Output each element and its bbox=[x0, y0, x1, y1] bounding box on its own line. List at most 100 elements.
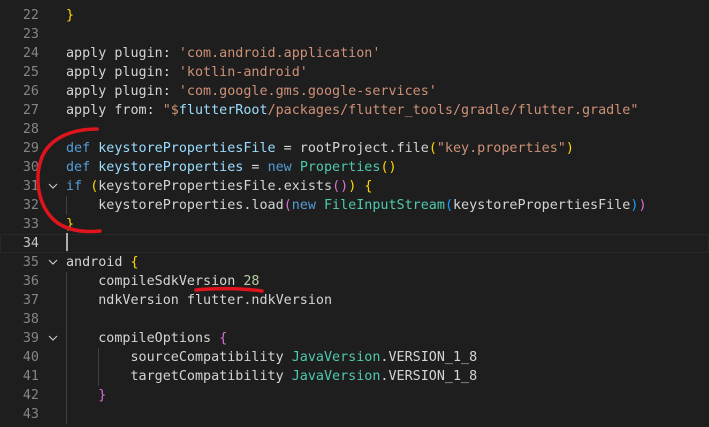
line-code: targetCompatibility JavaVersion.VERSION_… bbox=[66, 367, 477, 386]
code-line-38[interactable]: 38 bbox=[0, 310, 709, 329]
line-number: 22 bbox=[22, 8, 39, 23]
code-line-42[interactable]: 42 } bbox=[0, 386, 709, 405]
code-line-23[interactable]: 23 bbox=[0, 25, 709, 44]
code-token: flutterRoot bbox=[178, 103, 268, 118]
code-token: sourceCompatibility bbox=[66, 350, 292, 365]
code-token: apply plugin: bbox=[66, 46, 179, 61]
line-code: compileSdkVersion 28 bbox=[66, 272, 260, 291]
code-token: ) bbox=[565, 141, 574, 156]
code-token: FileInputStream bbox=[324, 198, 445, 213]
fold-chevron-down-icon[interactable] bbox=[47, 253, 59, 272]
line-number: 26 bbox=[22, 84, 39, 99]
line-code: keystoreProperties.load(new FileInputStr… bbox=[66, 196, 647, 215]
code-token: apply from: bbox=[66, 103, 163, 118]
code-line-33[interactable]: 33} bbox=[0, 215, 709, 234]
code-line-43[interactable]: 43 bbox=[0, 405, 709, 424]
code-token: { bbox=[219, 331, 228, 346]
line-number: 42 bbox=[22, 388, 39, 403]
line-code: } bbox=[66, 386, 106, 405]
line-number: 32 bbox=[22, 198, 39, 213]
code-token: 28 bbox=[243, 274, 260, 289]
code-token: exists bbox=[283, 179, 333, 194]
code-token: ) bbox=[638, 198, 647, 213]
code-token: } bbox=[66, 8, 75, 23]
code-token: = bbox=[243, 160, 268, 175]
line-code: } bbox=[66, 215, 74, 234]
code-line-30[interactable]: 30 def keystoreProperties = new Propertie… bbox=[0, 158, 709, 177]
code-token: .VERSION_1_8 bbox=[380, 369, 478, 384]
code-token: ( bbox=[428, 141, 437, 156]
line-code: apply from: "$flutterRoot/packages/flutt… bbox=[66, 101, 638, 120]
fold-chevron-down-icon[interactable] bbox=[47, 177, 59, 196]
code-token: .VERSION_1_8 bbox=[380, 350, 478, 365]
code-token: 'kotlin-android' bbox=[178, 65, 308, 80]
code-token: } bbox=[66, 388, 107, 403]
code-line-40[interactable]: 40 sourceCompatibility JavaVersion.VERSI… bbox=[0, 348, 709, 367]
code-token: keystoreProperties. bbox=[66, 198, 252, 213]
code-editor[interactable]: 22} 23 24 apply plugin: 'com.android.applic… bbox=[0, 0, 709, 427]
code-line-37[interactable]: 37 ndkVersion flutter.ndkVersion bbox=[0, 291, 709, 310]
line-number: 41 bbox=[22, 369, 39, 384]
code-token: apply plugin: bbox=[66, 65, 179, 80]
code-token: apply plugin: bbox=[66, 84, 179, 99]
fold-chevron-down-icon[interactable] bbox=[47, 329, 59, 348]
line-number: 25 bbox=[22, 65, 39, 80]
code-line-27[interactable]: 27 apply from: "$flutterRoot/packages/flu… bbox=[0, 101, 709, 120]
code-line-34[interactable]: 34 bbox=[0, 234, 709, 253]
code-token: compileOptions bbox=[66, 331, 220, 346]
code-line-36[interactable]: 36 compileSdkVersion 28 bbox=[0, 272, 709, 291]
code-token: { bbox=[364, 179, 373, 194]
code-token: def bbox=[66, 141, 99, 156]
code-token: targetCompatibility bbox=[66, 369, 292, 384]
code-line-22[interactable]: 22} bbox=[0, 6, 709, 25]
line-number: 23 bbox=[22, 27, 39, 42]
line-code: apply plugin: 'kotlin-android' bbox=[66, 63, 308, 82]
line-code: } bbox=[66, 6, 74, 25]
code-line-26[interactable]: 26 apply plugin: 'com.google.gms.google-s… bbox=[0, 82, 709, 101]
code-token: /packages/flutter_tools/gradle/flutter.g… bbox=[267, 103, 639, 118]
code-line-29[interactable]: 29 def keystorePropertiesFile = rootProje… bbox=[0, 139, 709, 158]
line-number: 24 bbox=[22, 46, 39, 61]
code-token: () bbox=[380, 160, 397, 175]
code-token: compileSdkVersion bbox=[66, 274, 244, 289]
code-token: 'com.google.gms.google-services' bbox=[178, 84, 437, 99]
code-token: JavaVersion bbox=[291, 350, 381, 365]
line-number: 39 bbox=[22, 331, 39, 346]
code-line-24[interactable]: 24 apply plugin: 'com.android.application… bbox=[0, 44, 709, 63]
line-code: def keystoreProperties = new Properties(… bbox=[66, 158, 397, 177]
code-line-32[interactable]: 32 keystoreProperties.load(new FileInput… bbox=[0, 196, 709, 215]
code-token: file bbox=[396, 141, 429, 156]
line-code: apply plugin: 'com.google.gms.google-ser… bbox=[66, 82, 437, 101]
code-line-25[interactable]: 25 apply plugin: 'kotlin-android' bbox=[0, 63, 709, 82]
code-token: def bbox=[66, 160, 99, 175]
code-token: JavaVersion bbox=[291, 369, 381, 384]
code-token: keystorePropertiesFile bbox=[98, 141, 276, 156]
line-code: if (keystorePropertiesFile.exists()) { bbox=[66, 177, 372, 196]
code-token: new bbox=[291, 198, 324, 213]
line-number: 31 bbox=[22, 179, 39, 194]
line-number: 36 bbox=[22, 274, 39, 289]
code-token: "$ bbox=[162, 103, 179, 118]
line-number: 29 bbox=[22, 141, 39, 156]
code-token: Properties bbox=[299, 160, 381, 175]
code-line-31[interactable]: 31 if (keystorePropertiesFile.exists()) { bbox=[0, 177, 709, 196]
code-token: ndkVersion flutter.ndkVersion bbox=[66, 293, 333, 308]
code-line-28[interactable]: 28 bbox=[0, 120, 709, 139]
line-number: 27 bbox=[22, 103, 39, 118]
line-code: sourceCompatibility JavaVersion.VERSION_… bbox=[66, 348, 477, 367]
code-line-41[interactable]: 41 targetCompatibility JavaVersion.VERSI… bbox=[0, 367, 709, 386]
code-line-39[interactable]: 39 compileOptions { bbox=[0, 329, 709, 348]
line-number: 38 bbox=[22, 312, 39, 327]
line-number: 34 bbox=[22, 236, 39, 251]
code-token: new bbox=[267, 160, 300, 175]
text-cursor bbox=[66, 233, 68, 251]
code-token: { bbox=[130, 255, 139, 270]
code-token: () bbox=[332, 179, 349, 194]
code-token: } bbox=[66, 217, 75, 232]
code-token: load bbox=[251, 198, 284, 213]
code-token: ( bbox=[283, 198, 292, 213]
line-code: def keystorePropertiesFile = rootProject… bbox=[66, 139, 574, 158]
line-code: compileOptions { bbox=[66, 329, 227, 348]
line-number: 37 bbox=[22, 293, 39, 308]
code-line-35[interactable]: 35 android { bbox=[0, 253, 709, 272]
